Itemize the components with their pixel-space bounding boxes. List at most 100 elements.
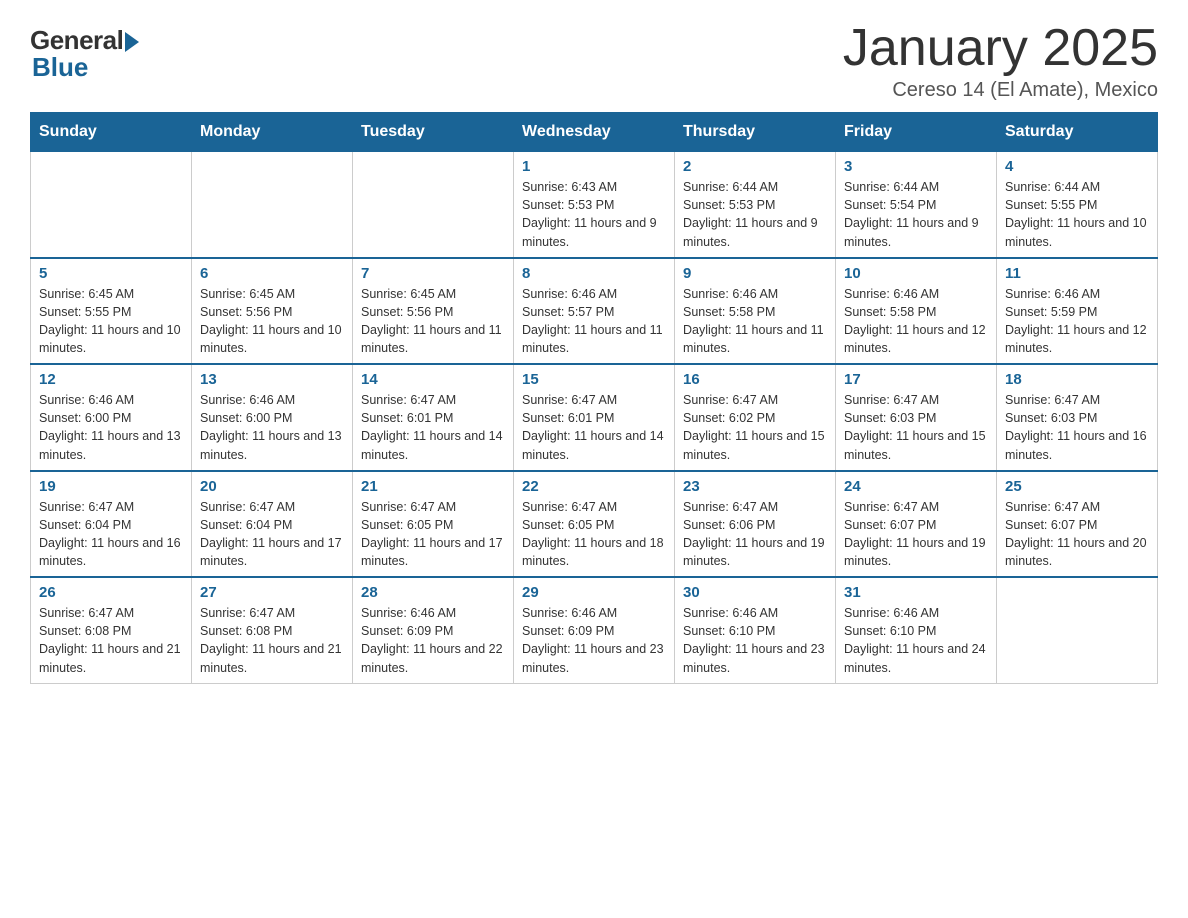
col-header-wednesday: Wednesday <box>514 113 675 152</box>
day-number: 14 <box>361 371 505 388</box>
week-row-2: 5Sunrise: 6:45 AMSunset: 5:55 PMDaylight… <box>31 258 1158 365</box>
day-info: Sunrise: 6:47 AMSunset: 6:05 PMDaylight:… <box>522 498 666 571</box>
day-info: Sunrise: 6:46 AMSunset: 5:58 PMDaylight:… <box>844 285 988 358</box>
calendar-cell: 20Sunrise: 6:47 AMSunset: 6:04 PMDayligh… <box>192 471 353 578</box>
day-info: Sunrise: 6:47 AMSunset: 6:07 PMDaylight:… <box>844 498 988 571</box>
calendar-cell: 2 Sunrise: 6:44 AMSunset: 5:53 PMDaylight… <box>675 152 836 258</box>
col-header-saturday: Saturday <box>997 113 1158 152</box>
day-number: 15 <box>522 371 666 388</box>
day-info: Sunrise: 6:47 AMSunset: 6:08 PMDaylight:… <box>200 604 344 677</box>
day-info: Sunrise: 6:47 AMSunset: 6:02 PMDaylight:… <box>683 391 827 464</box>
day-number: 3 <box>844 158 988 175</box>
day-number: 13 <box>200 371 344 388</box>
day-info: Sunrise: 6:46 AMSunset: 6:10 PMDaylight:… <box>683 604 827 677</box>
day-number: 1 <box>522 158 666 175</box>
month-title: January 2025 <box>843 20 1158 77</box>
calendar-cell: 30 Sunrise: 6:46 AMSunset: 6:10 PMDayligh… <box>675 577 836 683</box>
calendar-cell: 10 Sunrise: 6:46 AMSunset: 5:58 PMDayligh… <box>836 258 997 365</box>
day-number: 17 <box>844 371 988 388</box>
day-number: 19 <box>39 478 183 495</box>
calendar-cell: 3 Sunrise: 6:44 AMSunset: 5:54 PMDaylight… <box>836 152 997 258</box>
day-info: Sunrise: 6:45 AMSunset: 5:56 PMDaylight:… <box>361 285 505 358</box>
calendar-cell: 14 Sunrise: 6:47 AMSunset: 6:01 PMDayligh… <box>353 364 514 471</box>
day-info: Sunrise: 6:45 AMSunset: 5:56 PMDaylight:… <box>200 285 344 358</box>
day-info: Sunrise: 6:47 AMSunset: 6:01 PMDaylight:… <box>522 391 666 464</box>
calendar-cell <box>192 152 353 258</box>
day-number: 12 <box>39 371 183 388</box>
calendar-cell: 15 Sunrise: 6:47 AMSunset: 6:01 PMDayligh… <box>514 364 675 471</box>
week-row-4: 19 Sunrise: 6:47 AMSunset: 6:04 PMDayligh… <box>31 471 1158 578</box>
day-info: Sunrise: 6:46 AMSunset: 6:09 PMDaylight:… <box>522 604 666 677</box>
day-number: 21 <box>361 478 505 495</box>
day-info: Sunrise: 6:47 AMSunset: 6:01 PMDaylight:… <box>361 391 505 464</box>
col-header-sunday: Sunday <box>31 113 192 152</box>
day-info: Sunrise: 6:47 AMSunset: 6:05 PMDaylight:… <box>361 498 505 571</box>
day-number: 29 <box>522 584 666 601</box>
calendar-cell: 13 Sunrise: 6:46 AMSunset: 6:00 PMDayligh… <box>192 364 353 471</box>
day-info: Sunrise: 6:47 AMSunset: 6:08 PMDaylight:… <box>39 604 183 677</box>
calendar-cell: 1 Sunrise: 6:43 AMSunset: 5:53 PMDaylight… <box>514 152 675 258</box>
calendar-cell: 29 Sunrise: 6:46 AMSunset: 6:09 PMDayligh… <box>514 577 675 683</box>
day-info: Sunrise: 6:46 AMSunset: 6:09 PMDaylight:… <box>361 604 505 677</box>
calendar-cell: 16Sunrise: 6:47 AMSunset: 6:02 PMDayligh… <box>675 364 836 471</box>
day-number: 4 <box>1005 158 1149 175</box>
calendar-cell: 11 Sunrise: 6:46 AMSunset: 5:59 PMDayligh… <box>997 258 1158 365</box>
day-number: 23 <box>683 478 827 495</box>
calendar-cell: 4 Sunrise: 6:44 AMSunset: 5:55 PMDaylight… <box>997 152 1158 258</box>
col-header-friday: Friday <box>836 113 997 152</box>
calendar-cell: 31 Sunrise: 6:46 AMSunset: 6:10 PMDayligh… <box>836 577 997 683</box>
day-number: 30 <box>683 584 827 601</box>
day-number: 24 <box>844 478 988 495</box>
day-info: Sunrise: 6:46 AMSunset: 5:57 PMDaylight:… <box>522 285 666 358</box>
calendar-cell: 18Sunrise: 6:47 AMSunset: 6:03 PMDayligh… <box>997 364 1158 471</box>
day-number: 25 <box>1005 478 1149 495</box>
calendar-cell <box>997 577 1158 683</box>
day-number: 22 <box>522 478 666 495</box>
day-number: 7 <box>361 265 505 282</box>
title-section: January 2025 Cereso 14 (El Amate), Mexic… <box>843 20 1158 102</box>
calendar-cell: 23 Sunrise: 6:47 AMSunset: 6:06 PMDayligh… <box>675 471 836 578</box>
day-info: Sunrise: 6:46 AMSunset: 6:00 PMDaylight:… <box>39 391 183 464</box>
day-number: 26 <box>39 584 183 601</box>
day-info: Sunrise: 6:47 AMSunset: 6:07 PMDaylight:… <box>1005 498 1149 571</box>
day-info: Sunrise: 6:46 AMSunset: 6:00 PMDaylight:… <box>200 391 344 464</box>
day-info: Sunrise: 6:46 AMSunset: 6:10 PMDaylight:… <box>844 604 988 677</box>
calendar-table: SundayMondayTuesdayWednesdayThursdayFrid… <box>30 112 1158 684</box>
day-number: 10 <box>844 265 988 282</box>
logo-blue-text: Blue <box>32 52 88 83</box>
day-info: Sunrise: 6:46 AMSunset: 5:59 PMDaylight:… <box>1005 285 1149 358</box>
day-info: Sunrise: 6:44 AMSunset: 5:53 PMDaylight:… <box>683 178 827 251</box>
day-number: 2 <box>683 158 827 175</box>
calendar-cell: 24 Sunrise: 6:47 AMSunset: 6:07 PMDayligh… <box>836 471 997 578</box>
calendar-cell: 27 Sunrise: 6:47 AMSunset: 6:08 PMDayligh… <box>192 577 353 683</box>
calendar-cell: 19 Sunrise: 6:47 AMSunset: 6:04 PMDayligh… <box>31 471 192 578</box>
day-info: Sunrise: 6:47 AMSunset: 6:06 PMDaylight:… <box>683 498 827 571</box>
calendar-cell: 17 Sunrise: 6:47 AMSunset: 6:03 PMDayligh… <box>836 364 997 471</box>
day-number: 11 <box>1005 265 1149 282</box>
location-subtitle: Cereso 14 (El Amate), Mexico <box>843 79 1158 102</box>
day-info: Sunrise: 6:44 AMSunset: 5:54 PMDaylight:… <box>844 178 988 251</box>
week-row-1: 1 Sunrise: 6:43 AMSunset: 5:53 PMDaylight… <box>31 152 1158 258</box>
calendar-cell: 26 Sunrise: 6:47 AMSunset: 6:08 PMDayligh… <box>31 577 192 683</box>
day-info: Sunrise: 6:47 AMSunset: 6:04 PMDaylight:… <box>39 498 183 571</box>
logo: General Blue <box>30 20 139 83</box>
calendar-cell: 28 Sunrise: 6:46 AMSunset: 6:09 PMDayligh… <box>353 577 514 683</box>
day-number: 6 <box>200 265 344 282</box>
day-number: 31 <box>844 584 988 601</box>
calendar-cell: 21 Sunrise: 6:47 AMSunset: 6:05 PMDayligh… <box>353 471 514 578</box>
day-info: Sunrise: 6:43 AMSunset: 5:53 PMDaylight:… <box>522 178 666 251</box>
calendar-cell: 7 Sunrise: 6:45 AMSunset: 5:56 PMDaylight… <box>353 258 514 365</box>
day-number: 5 <box>39 265 183 282</box>
day-number: 20 <box>200 478 344 495</box>
day-number: 27 <box>200 584 344 601</box>
logo-arrow-icon <box>125 32 139 52</box>
week-row-3: 12 Sunrise: 6:46 AMSunset: 6:00 PMDayligh… <box>31 364 1158 471</box>
calendar-cell: 5Sunrise: 6:45 AMSunset: 5:55 PMDaylight… <box>31 258 192 365</box>
day-number: 28 <box>361 584 505 601</box>
calendar-cell: 22 Sunrise: 6:47 AMSunset: 6:05 PMDayligh… <box>514 471 675 578</box>
day-info: Sunrise: 6:47 AMSunset: 6:03 PMDaylight:… <box>844 391 988 464</box>
calendar-cell: 6 Sunrise: 6:45 AMSunset: 5:56 PMDaylight… <box>192 258 353 365</box>
calendar-cell: 9Sunrise: 6:46 AMSunset: 5:58 PMDaylight… <box>675 258 836 365</box>
calendar-cell <box>353 152 514 258</box>
day-info: Sunrise: 6:44 AMSunset: 5:55 PMDaylight:… <box>1005 178 1149 251</box>
